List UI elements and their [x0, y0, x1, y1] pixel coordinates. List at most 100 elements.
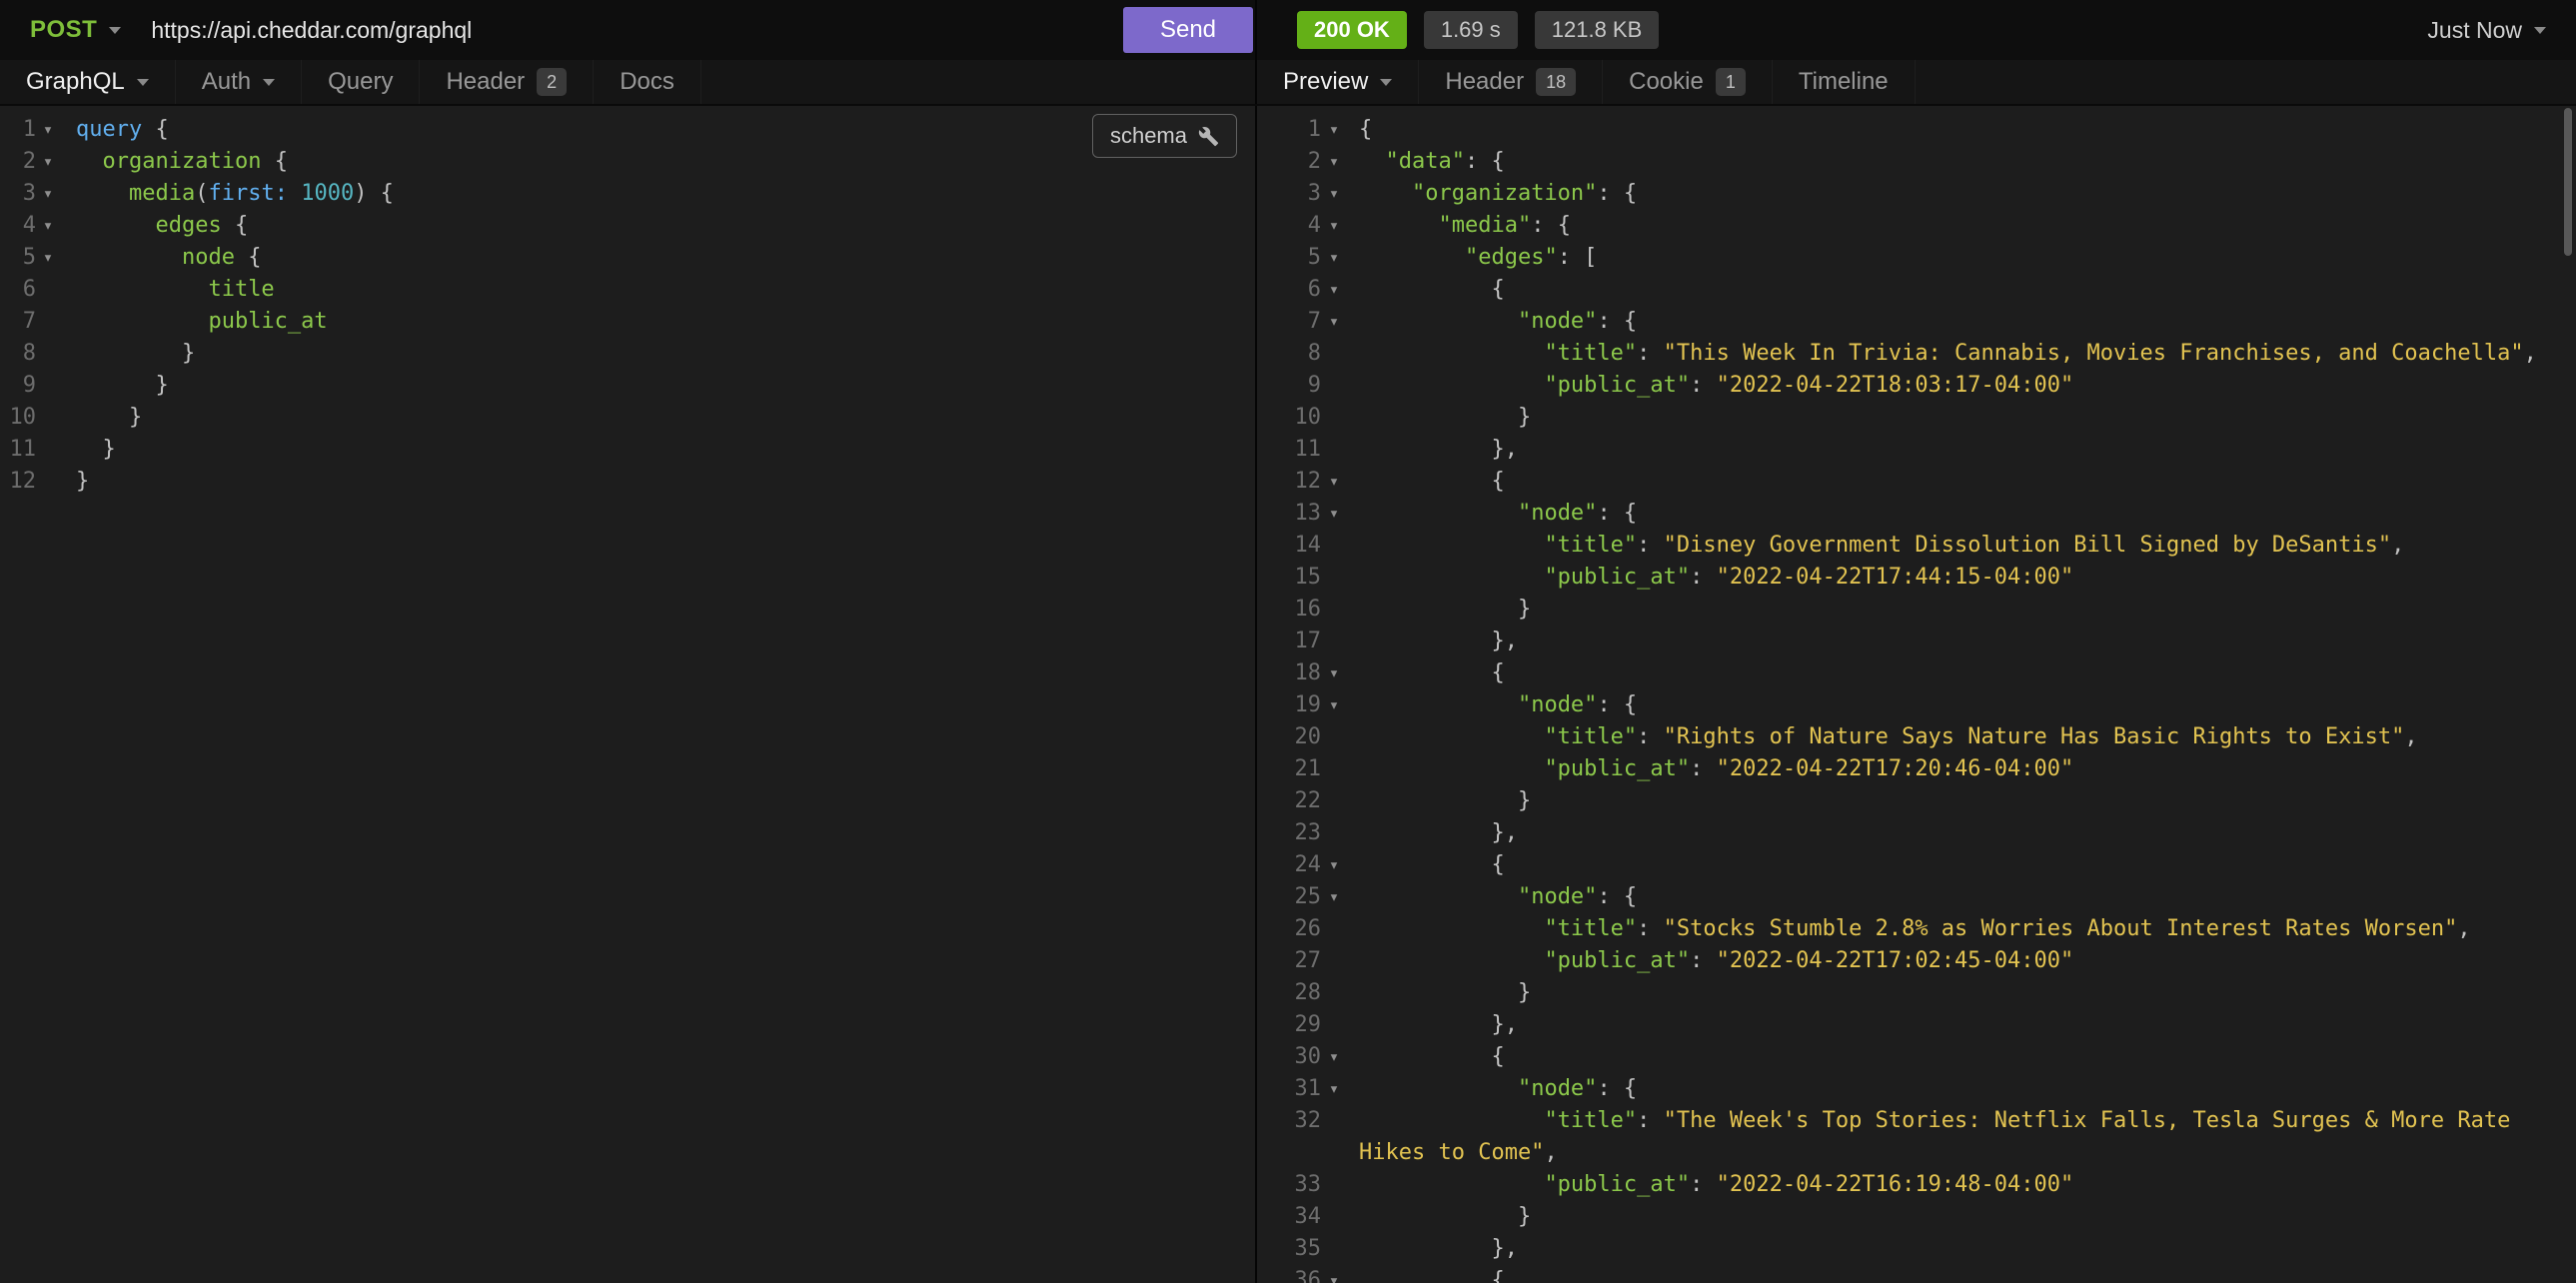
code-text: node {	[60, 242, 1255, 274]
tab-cookie[interactable]: Cookie 1	[1603, 60, 1773, 104]
line-number: 8	[0, 338, 36, 370]
code-line: 30▾ {	[1257, 1041, 2576, 1073]
line-number: 22	[1257, 785, 1321, 817]
fold-caret-icon[interactable]: ▾	[1321, 242, 1347, 274]
code-text: {	[1359, 849, 2558, 881]
fold-spacer	[1321, 594, 1347, 626]
line-number: 11	[0, 434, 36, 466]
code-line: 31▾ "node": {	[1257, 1073, 2576, 1105]
scrollbar-thumb[interactable]	[2564, 108, 2572, 256]
line-number: 5	[0, 242, 36, 274]
fold-caret-icon[interactable]: ▾	[1321, 306, 1347, 338]
request-editor[interactable]: 1▾query {2▾ organization {3▾ media(first…	[0, 106, 1255, 1283]
code-text: }	[60, 434, 1255, 466]
fold-caret-icon[interactable]: ▾	[1321, 881, 1347, 913]
code-text: "node": {	[1359, 498, 2558, 530]
tab-query[interactable]: Query	[302, 60, 420, 104]
schema-button[interactable]: schema	[1092, 114, 1237, 158]
code-text: }	[60, 338, 1255, 370]
fold-caret-icon[interactable]: ▾	[1321, 114, 1347, 146]
fold-caret-icon[interactable]: ▾	[1321, 178, 1347, 210]
fold-caret-icon[interactable]: ▾	[1321, 1041, 1347, 1073]
tab-timeline[interactable]: Timeline	[1773, 60, 1916, 104]
code-line: 33 "public_at": "2022-04-22T16:19:48-04:…	[1257, 1169, 2576, 1201]
code-text: {	[1359, 1265, 2558, 1283]
history-label: Just Now	[2427, 17, 2522, 44]
fold-spacer	[1321, 913, 1347, 945]
tab-label: Header	[1445, 68, 1524, 96]
fold-caret-icon[interactable]: ▾	[1321, 498, 1347, 530]
code-line: 4▾ "media": {	[1257, 210, 2576, 242]
response-body-viewer[interactable]: 1▾{2▾ "data": {3▾ "organization": {4▾ "m…	[1257, 106, 2576, 1283]
fold-caret-icon[interactable]: ▾	[1321, 210, 1347, 242]
code-line: 9 "public_at": "2022-04-22T18:03:17-04:0…	[1257, 370, 2576, 402]
tab-label: Docs	[620, 68, 674, 96]
code-text: "node": {	[1359, 1073, 2558, 1105]
fold-spacer	[1321, 721, 1347, 753]
tab-preview[interactable]: Preview	[1257, 60, 1419, 104]
status-badge: 200 OK	[1297, 11, 1407, 49]
method-label: POST	[30, 16, 97, 44]
fold-caret-icon[interactable]: ▾	[1321, 466, 1347, 498]
code-text: {	[1359, 466, 2558, 498]
fold-spacer	[1321, 402, 1347, 434]
tab-label: GraphQL	[26, 68, 125, 96]
code-line: 2▾ "data": {	[1257, 146, 2576, 178]
line-number: 12	[1257, 466, 1321, 498]
fold-caret-icon[interactable]: ▾	[36, 242, 60, 274]
line-number: 32	[1257, 1105, 1321, 1169]
line-number: 29	[1257, 1009, 1321, 1041]
tab-docs[interactable]: Docs	[594, 60, 701, 104]
line-number: 12	[0, 466, 36, 498]
line-number: 35	[1257, 1233, 1321, 1265]
code-text: "node": {	[1359, 689, 2558, 721]
fold-caret-icon[interactable]: ▾	[1321, 657, 1347, 689]
line-number: 33	[1257, 1169, 1321, 1201]
fold-caret-icon[interactable]: ▾	[36, 146, 60, 178]
code-line: 34 }	[1257, 1201, 2576, 1233]
line-number: 20	[1257, 721, 1321, 753]
url-input[interactable]: https://api.cheddar.com/graphql	[151, 17, 1123, 44]
code-text: {	[1359, 1041, 2558, 1073]
tab-auth[interactable]: Auth	[176, 60, 302, 104]
code-line: 5▾ node {	[0, 242, 1255, 274]
code-line: 10 }	[0, 402, 1255, 434]
code-text: "media": {	[1359, 210, 2558, 242]
code-text: }	[1359, 1201, 2558, 1233]
fold-caret-icon[interactable]: ▾	[1321, 146, 1347, 178]
fold-caret-icon[interactable]: ▾	[36, 210, 60, 242]
fold-spacer	[1321, 817, 1347, 849]
code-text: "title": "This Week In Trivia: Cannabis,…	[1359, 338, 2558, 370]
send-button[interactable]: Send	[1123, 7, 1253, 53]
tab-header-response[interactable]: Header 18	[1419, 60, 1603, 104]
fold-caret-icon[interactable]: ▾	[1321, 274, 1347, 306]
method-dropdown[interactable]: POST	[30, 16, 121, 44]
chevron-down-icon	[263, 79, 275, 86]
cookie-count-badge: 1	[1716, 68, 1746, 96]
fold-caret-icon[interactable]: ▾	[1321, 1073, 1347, 1105]
fold-spacer	[1321, 945, 1347, 977]
code-line: 8 }	[0, 338, 1255, 370]
line-number: 4	[1257, 210, 1321, 242]
code-line: 9 }	[0, 370, 1255, 402]
fold-caret-icon[interactable]: ▾	[1321, 1265, 1347, 1283]
line-number: 27	[1257, 945, 1321, 977]
code-line: 35 },	[1257, 1233, 2576, 1265]
line-number: 10	[1257, 402, 1321, 434]
code-line: 16 }	[1257, 594, 2576, 626]
fold-caret-icon[interactable]: ▾	[36, 178, 60, 210]
line-number: 21	[1257, 753, 1321, 785]
code-text: "title": "The Week's Top Stories: Netfli…	[1359, 1105, 2558, 1169]
tab-body-type-graphql[interactable]: GraphQL	[0, 60, 176, 104]
fold-caret-icon[interactable]: ▾	[1321, 689, 1347, 721]
history-dropdown[interactable]: Just Now	[2427, 17, 2546, 44]
fold-caret-icon[interactable]: ▾	[1321, 849, 1347, 881]
line-number: 7	[1257, 306, 1321, 338]
tab-header-request[interactable]: Header 2	[420, 60, 594, 104]
code-text: public_at	[60, 306, 1255, 338]
tab-label: Timeline	[1799, 68, 1889, 96]
fold-spacer	[1321, 753, 1347, 785]
fold-spacer	[1321, 370, 1347, 402]
code-line: 28 }	[1257, 977, 2576, 1009]
fold-caret-icon[interactable]: ▾	[36, 114, 60, 146]
